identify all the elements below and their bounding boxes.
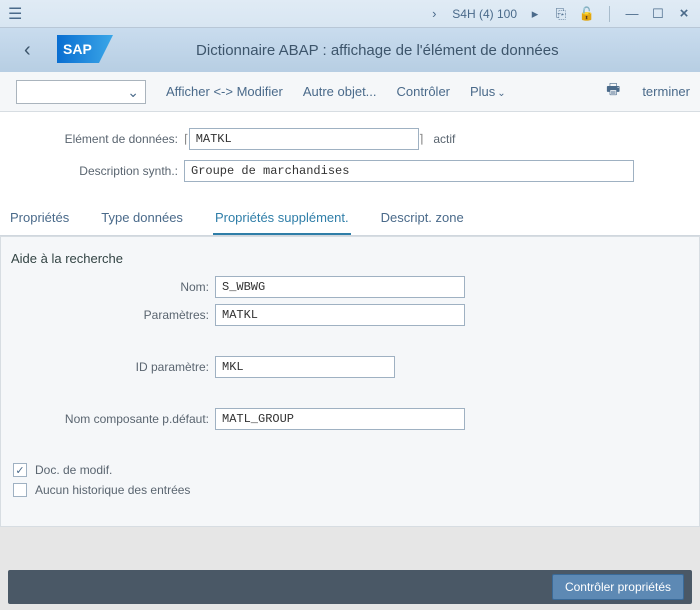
id-param-field[interactable] — [215, 356, 395, 378]
element-field[interactable] — [189, 128, 419, 150]
tab-field-description[interactable]: Descript. zone — [379, 204, 466, 235]
default-component-label: Nom composante p.défaut: — [5, 412, 215, 426]
terminate-button[interactable]: terminer — [642, 84, 690, 99]
footer-bar: Contrôler propriétés — [8, 570, 692, 604]
back-button[interactable]: ‹ — [8, 39, 47, 62]
maximize-icon[interactable]: ☐ — [650, 6, 666, 22]
other-object-button[interactable]: Autre objet... — [303, 84, 377, 99]
toolbar: Afficher <-> Modifier Autre objet... Con… — [0, 72, 700, 112]
doc-modif-label: Doc. de modif. — [35, 463, 112, 477]
header-bar: ‹ SAP Dictionnaire ABAP : affichage de l… — [0, 28, 700, 72]
default-component-field[interactable] — [215, 408, 465, 430]
tab-data-type[interactable]: Type données — [99, 204, 185, 235]
name-label: Nom: — [5, 280, 215, 294]
element-label: Elément de données: — [14, 132, 184, 146]
parameters-label: Paramètres: — [5, 308, 215, 322]
search-help-section: Aide à la recherche Nom: Paramètres: ID … — [0, 236, 700, 527]
display-modify-button[interactable]: Afficher <-> Modifier — [166, 84, 283, 99]
play-icon[interactable]: ▸ — [527, 6, 543, 22]
tab-strip: Propriétés Type données Propriétés suppl… — [0, 200, 700, 236]
lock-open-icon[interactable]: 🔓 — [579, 6, 595, 22]
system-label: S4H (4) 100 — [452, 7, 517, 21]
page-title: Dictionnaire ABAP : affichage de l'éléme… — [123, 42, 692, 59]
name-field[interactable] — [215, 276, 465, 298]
tab-properties[interactable]: Propriétés — [8, 204, 71, 235]
titlebar: ☰ › S4H (4) 100 ▸ ⎘ 🔓 — ☐ × — [0, 0, 700, 28]
section-heading: Aide à la recherche — [1, 247, 699, 276]
close-icon[interactable]: × — [676, 5, 692, 22]
description-field[interactable] — [184, 160, 634, 182]
chevron-down-icon: ⌄ — [497, 88, 505, 99]
header-form: Elément de données: ⌈ ⌉ actif Descriptio… — [0, 112, 700, 200]
chevron-right-icon[interactable]: › — [426, 6, 442, 21]
sap-logo: SAP — [57, 35, 113, 66]
svg-text:SAP: SAP — [63, 41, 92, 57]
description-label: Description synth.: — [14, 164, 184, 178]
doc-modif-checkbox[interactable]: ✓ — [13, 463, 27, 477]
print-icon[interactable]: 🖶 — [606, 79, 620, 104]
no-history-checkbox[interactable] — [13, 483, 27, 497]
menu-icon[interactable]: ☰ — [8, 4, 22, 24]
element-status: actif — [433, 132, 455, 146]
exit-icon[interactable]: ⎘ — [553, 6, 569, 22]
tab-additional-properties[interactable]: Propriétés supplément. — [213, 204, 351, 235]
object-combobox[interactable] — [16, 80, 146, 104]
id-param-label: ID paramètre: — [5, 360, 215, 374]
more-button[interactable]: Plus⌄ — [470, 84, 506, 99]
control-properties-button[interactable]: Contrôler propriétés — [552, 574, 684, 600]
control-button[interactable]: Contrôler — [397, 84, 450, 99]
no-history-label: Aucun historique des entrées — [35, 483, 190, 497]
parameters-field[interactable] — [215, 304, 465, 326]
minimize-icon[interactable]: — — [624, 6, 640, 21]
